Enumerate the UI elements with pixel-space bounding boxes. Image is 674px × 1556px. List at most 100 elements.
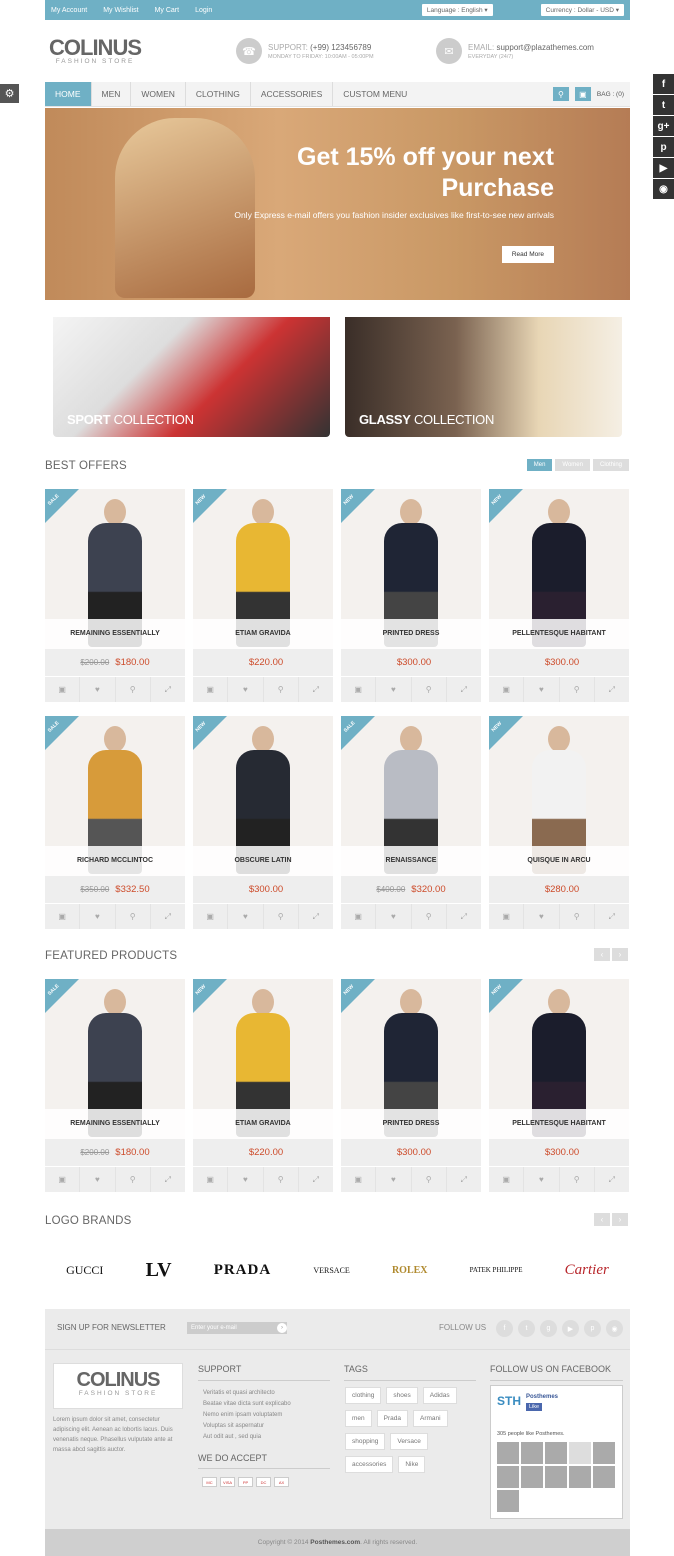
compare-expand-icon[interactable]: ⤢ bbox=[151, 1167, 185, 1192]
product-name[interactable]: RICHARD MCCLINTOC bbox=[45, 846, 185, 876]
email-value[interactable]: support@plazathemes.com bbox=[496, 43, 594, 52]
nav-item-custom-menu[interactable]: CUSTOM MENU bbox=[333, 82, 417, 106]
fan-avatar[interactable] bbox=[497, 1442, 519, 1464]
fan-avatar[interactable] bbox=[593, 1466, 615, 1488]
wishlist-heart-icon[interactable]: ♥ bbox=[524, 1167, 560, 1192]
tag[interactable]: shopping bbox=[345, 1433, 386, 1450]
wishlist-heart-icon[interactable]: ♥ bbox=[376, 677, 412, 702]
quick-view-search-icon[interactable]: ⚲ bbox=[412, 677, 447, 702]
product-name[interactable]: OBSCURE LATIN bbox=[193, 846, 333, 876]
quick-view-search-icon[interactable]: ⚲ bbox=[116, 677, 151, 702]
tag[interactable]: Adidas bbox=[422, 1387, 457, 1404]
nav-item-women[interactable]: WOMEN bbox=[131, 82, 186, 106]
fan-avatar[interactable] bbox=[593, 1442, 615, 1464]
glassy-collection-banner[interactable]: GLASSY COLLECTION bbox=[345, 317, 622, 437]
tag[interactable]: shoes bbox=[386, 1387, 418, 1404]
twitter-icon[interactable]: t bbox=[653, 95, 674, 116]
rss-icon[interactable]: ◉ bbox=[653, 179, 674, 200]
brand-prada-logo[interactable]: PRADA bbox=[214, 1262, 272, 1279]
product-card[interactable]: SALE REMAINING ESSENTIALLY $200.00 $180.00 ▣… bbox=[45, 489, 185, 702]
nav-item-accessories[interactable]: ACCESSORIES bbox=[251, 82, 334, 106]
product-name[interactable]: ETIAM GRAVIDA bbox=[193, 1109, 333, 1139]
product-card[interactable]: NEW PELLENTESQUE HABITANT $300.00 ▣ ♥ ⚲ ⤢ bbox=[489, 979, 629, 1192]
product-name[interactable]: PELLENTESQUE HABITANT bbox=[489, 1109, 629, 1139]
compare-expand-icon[interactable]: ⤢ bbox=[447, 1167, 481, 1192]
nav-item-home[interactable]: HOME bbox=[45, 82, 92, 106]
compare-expand-icon[interactable]: ⤢ bbox=[299, 1167, 333, 1192]
fan-avatar[interactable] bbox=[497, 1490, 519, 1512]
wishlist-heart-icon[interactable]: ♥ bbox=[80, 904, 116, 929]
brand-patek-logo[interactable]: PATEK PHILIPPE bbox=[470, 1266, 523, 1274]
fan-avatar[interactable] bbox=[569, 1466, 591, 1488]
quick-view-search-icon[interactable]: ⚲ bbox=[116, 1167, 151, 1192]
settings-gear-icon[interactable]: ⚙ bbox=[0, 84, 19, 103]
tab-men[interactable]: Men bbox=[526, 459, 553, 471]
quick-view-search-icon[interactable]: ⚲ bbox=[560, 677, 595, 702]
wishlist-heart-icon[interactable]: ♥ bbox=[524, 904, 560, 929]
fan-avatar[interactable] bbox=[569, 1442, 591, 1464]
add-to-cart-icon[interactable]: ▣ bbox=[489, 904, 525, 929]
currency-select[interactable]: Currency : Dollar - USD ▾ bbox=[540, 4, 624, 16]
add-to-cart-icon[interactable]: ▣ bbox=[45, 904, 81, 929]
youtube-icon[interactable]: ▶ bbox=[653, 158, 674, 179]
compare-expand-icon[interactable]: ⤢ bbox=[299, 677, 333, 702]
product-card[interactable]: NEW PRINTED DRESS $300.00 ▣ ♥ ⚲ ⤢ bbox=[341, 979, 481, 1192]
my-account-link[interactable]: My Account bbox=[51, 7, 87, 14]
add-to-cart-icon[interactable]: ▣ bbox=[193, 904, 229, 929]
tab-women[interactable]: Women bbox=[555, 459, 590, 471]
quick-view-search-icon[interactable]: ⚲ bbox=[116, 904, 151, 929]
product-name[interactable]: REMAINING ESSENTIALLY bbox=[45, 619, 185, 649]
brand-lv-logo[interactable]: LV bbox=[146, 1259, 172, 1282]
newsletter-submit-icon[interactable]: › bbox=[277, 1323, 287, 1333]
nav-item-clothing[interactable]: CLOTHING bbox=[186, 82, 251, 106]
product-card[interactable]: SALE REMAINING ESSENTIALLY $200.00 $180.00 ▣… bbox=[45, 979, 185, 1192]
brand-cartier-logo[interactable]: Cartier bbox=[565, 1262, 609, 1279]
footer-twitter-icon[interactable]: t bbox=[518, 1320, 535, 1337]
add-to-cart-icon[interactable]: ▣ bbox=[45, 1167, 81, 1192]
wishlist-heart-icon[interactable]: ♥ bbox=[228, 904, 264, 929]
wishlist-heart-icon[interactable]: ♥ bbox=[228, 1167, 264, 1192]
newsletter-email-input[interactable]: Enter your e-mail bbox=[187, 1322, 287, 1334]
nav-item-men[interactable]: MEN bbox=[92, 82, 132, 106]
read-more-button[interactable]: Read More bbox=[501, 246, 554, 263]
fan-avatar[interactable] bbox=[545, 1442, 567, 1464]
login-link[interactable]: Login bbox=[195, 7, 212, 14]
wishlist-heart-icon[interactable]: ♥ bbox=[80, 677, 116, 702]
language-select[interactable]: Language : English ▾ bbox=[421, 4, 493, 16]
brands-next-arrow-icon[interactable]: › bbox=[612, 1213, 628, 1226]
product-card[interactable]: NEW PRINTED DRESS $300.00 ▣ ♥ ⚲ ⤢ bbox=[341, 489, 481, 702]
compare-expand-icon[interactable]: ⤢ bbox=[447, 904, 481, 929]
product-card[interactable]: NEW ETIAM GRAVIDA $220.00 ▣ ♥ ⚲ ⤢ bbox=[193, 979, 333, 1192]
tag[interactable]: accessories bbox=[345, 1456, 394, 1473]
product-name[interactable]: REMAINING ESSENTIALLY bbox=[45, 1109, 185, 1139]
my-cart-link[interactable]: My Cart bbox=[155, 7, 180, 14]
tag[interactable]: Prada bbox=[376, 1410, 409, 1427]
compare-expand-icon[interactable]: ⤢ bbox=[595, 904, 629, 929]
wishlist-heart-icon[interactable]: ♥ bbox=[376, 904, 412, 929]
google-plus-icon[interactable]: g+ bbox=[653, 116, 674, 137]
product-card[interactable]: SALE RICHARD MCCLINTOC $350.00 $332.50 ▣ ♥ ⚲ ⤢ bbox=[45, 716, 185, 929]
search-icon[interactable]: ⚲ bbox=[552, 87, 569, 101]
copyright-link[interactable]: Posthemes.com bbox=[310, 1539, 360, 1546]
facebook-icon[interactable]: f bbox=[653, 74, 674, 95]
add-to-cart-icon[interactable]: ▣ bbox=[193, 677, 229, 702]
quick-view-search-icon[interactable]: ⚲ bbox=[264, 677, 299, 702]
wishlist-heart-icon[interactable]: ♥ bbox=[376, 1167, 412, 1192]
footer-rss-icon[interactable]: ◉ bbox=[606, 1320, 623, 1337]
facebook-page-avatar[interactable]: STH bbox=[497, 1394, 521, 1408]
compare-expand-icon[interactable]: ⤢ bbox=[447, 677, 481, 702]
fan-avatar[interactable] bbox=[521, 1466, 543, 1488]
wishlist-heart-icon[interactable]: ♥ bbox=[80, 1167, 116, 1192]
brands-prev-arrow-icon[interactable]: ‹ bbox=[594, 1213, 610, 1226]
bag-count[interactable]: BAG : (0) bbox=[597, 91, 624, 98]
pinterest-icon[interactable]: p bbox=[653, 137, 674, 158]
product-card[interactable]: NEW OBSCURE LATIN $300.00 ▣ ♥ ⚲ ⤢ bbox=[193, 716, 333, 929]
add-to-cart-icon[interactable]: ▣ bbox=[489, 677, 525, 702]
quick-view-search-icon[interactable]: ⚲ bbox=[560, 904, 595, 929]
support-link[interactable]: Veritatis et quasi architecto bbox=[203, 1388, 291, 1399]
quick-view-search-icon[interactable]: ⚲ bbox=[264, 1167, 299, 1192]
next-arrow-icon[interactable]: › bbox=[612, 948, 628, 961]
product-name[interactable]: PRINTED DRESS bbox=[341, 1109, 481, 1139]
product-card[interactable]: NEW PELLENTESQUE HABITANT $300.00 ▣ ♥ ⚲ ⤢ bbox=[489, 489, 629, 702]
my-wishlist-link[interactable]: My Wishlist bbox=[103, 7, 138, 14]
